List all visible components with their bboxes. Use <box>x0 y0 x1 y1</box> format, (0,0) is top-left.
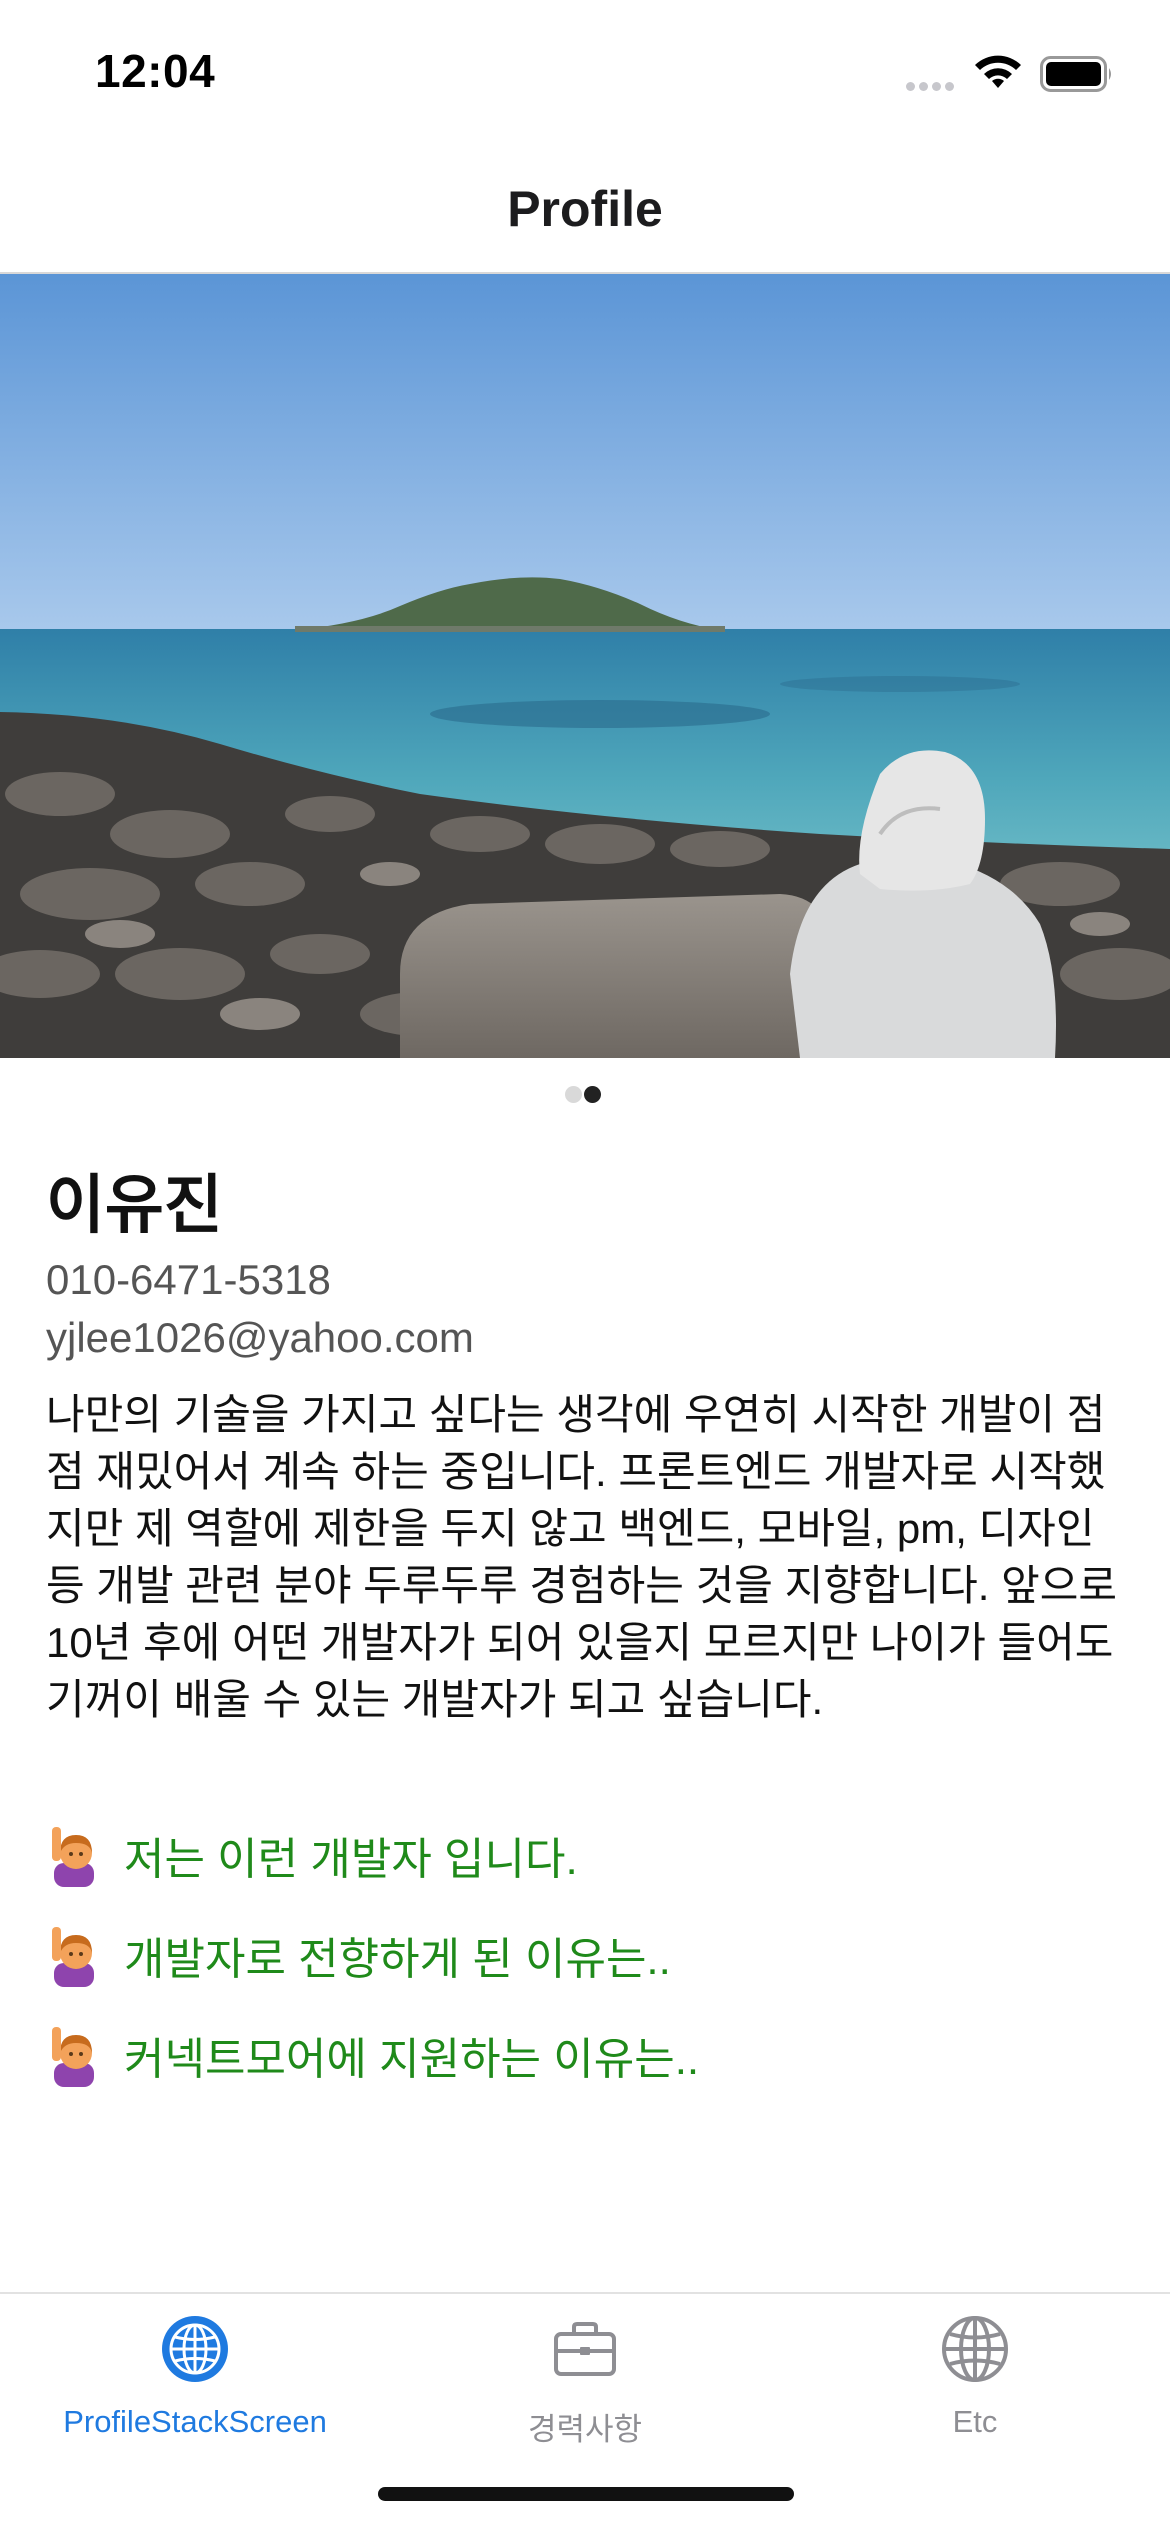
globe-icon <box>162 2316 228 2382</box>
navigation-header: Profile <box>0 140 1170 274</box>
tab-career[interactable]: 경력사항 <box>390 2294 780 2464</box>
link-item-career-change[interactable]: 개발자로 전향하게 된 이유는.. <box>46 1926 699 1987</box>
profile-photo <box>0 274 1170 1058</box>
home-indicator[interactable] <box>378 2487 794 2501</box>
raising-hand-emoji-icon <box>52 2027 94 2087</box>
status-time: 12:04 <box>95 45 216 97</box>
link-label: 커넥트모어에 지원하는 이유는.. <box>124 2035 700 2084</box>
profile-intro: 나만의 기술을 가지고 싶다는 생각에 우연히 시작한 개발이 점점 재밌어서 … <box>46 1391 1118 1723</box>
raising-hand-emoji-icon <box>52 1827 94 1887</box>
briefcase-icon <box>554 2322 616 2376</box>
pager-dot[interactable] <box>565 1086 582 1103</box>
tab-label: Etc <box>952 2404 998 2439</box>
carousel-pager[interactable] <box>565 1086 603 1104</box>
link-item-apply-reason[interactable]: 커넥트모어에 지원하는 이유는.. <box>46 2026 700 2087</box>
tab-label: ProfileStackScreen <box>63 2404 327 2439</box>
tab-label: 경력사항 <box>527 2412 643 2447</box>
tab-etc[interactable]: Etc <box>780 2294 1170 2464</box>
profile-email[interactable]: yjlee1026@yahoo.com <box>46 1314 474 1362</box>
page-title: Profile <box>507 181 663 237</box>
link-label: 개발자로 전향하게 된 이유는.. <box>124 1935 671 1984</box>
link-item-developer[interactable]: 저는 이런 개발자 입니다. <box>46 1826 699 1887</box>
wifi-icon <box>975 55 1021 88</box>
profile-phone[interactable]: 010-6471-5318 <box>46 1256 331 1304</box>
battery-icon <box>1040 56 1111 92</box>
cellular-signal-icon <box>906 78 960 92</box>
profile-photo-carousel[interactable] <box>0 274 1170 1058</box>
raising-hand-emoji-icon <box>52 1927 94 1987</box>
profile-name: 이유진 <box>46 1169 223 1241</box>
globe-icon <box>942 2316 1008 2382</box>
status-bar: 12:04 <box>0 0 1170 140</box>
link-list: 저는 이런 개발자 입니다. 개발자로 전향하게 된 이유는.. 커넥트모어에 … <box>46 1826 699 2126</box>
link-label: 저는 이런 개발자 입니다. <box>124 1835 578 1884</box>
tab-profile-stack-screen[interactable]: ProfileStackScreen <box>0 2294 390 2464</box>
pager-dot-active[interactable] <box>584 1086 601 1103</box>
